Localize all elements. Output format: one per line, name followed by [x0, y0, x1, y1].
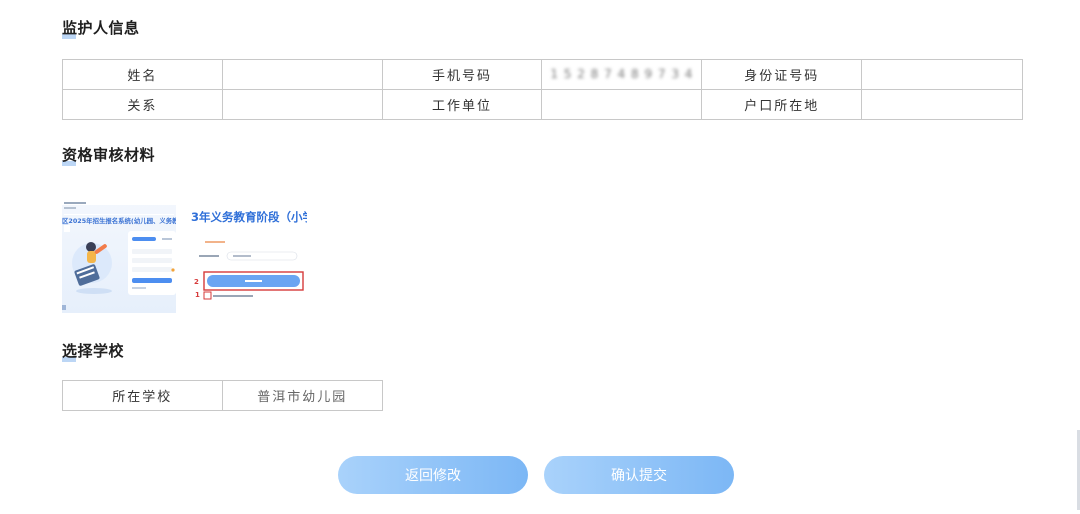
school-label: 所在学校 — [62, 380, 223, 411]
table-row: 关系 工作单位 户口所在地 — [62, 89, 1023, 120]
household-location-value — [861, 89, 1023, 120]
id-number-label: 身份证号码 — [701, 59, 863, 90]
school-value: 普洱市幼儿园 — [221, 380, 383, 411]
guardian-info-table: 姓名 手机号码 1 5 2 8 7 4 8 9 7 3 4 身份证号码 关系 工… — [62, 59, 1023, 120]
material-thumbnail-1[interactable]: 区2025年招生报名系统(幼儿园、义务教育) — [62, 201, 176, 313]
name-value — [221, 59, 383, 90]
relation-value — [221, 89, 383, 120]
work-unit-label: 工作单位 — [381, 89, 543, 120]
school-section-title: 选择学校 — [62, 342, 125, 362]
work-unit-value — [541, 89, 703, 120]
name-label: 姓名 — [62, 59, 223, 90]
back-to-edit-button[interactable]: 返回修改 — [338, 456, 528, 494]
table-row: 姓名 手机号码 1 5 2 8 7 4 8 9 7 3 4 身份证号码 — [62, 59, 1023, 90]
guardian-section-title: 监护人信息 — [62, 19, 140, 39]
qualification-section-title: 资格审核材料 — [62, 146, 156, 166]
phone-value-masked: 1 5 2 8 7 4 8 9 7 3 4 — [550, 67, 694, 81]
school-table: 所在学校 普洱市幼儿园 — [62, 380, 383, 411]
household-location-label: 户口所在地 — [701, 89, 863, 120]
step-marker-1: 1 — [195, 291, 200, 299]
table-row: 所在学校 普洱市幼儿园 — [62, 380, 383, 411]
thumbnail-2-image — [199, 241, 304, 300]
confirm-submit-button[interactable]: 确认提交 — [544, 456, 734, 494]
thumbnail-1-banner: 区2025年招生报名系统(幼儿园、义务教育) — [62, 217, 176, 225]
relation-label: 关系 — [62, 89, 223, 120]
id-number-value — [861, 59, 1023, 90]
step-marker-2: 2 — [194, 278, 199, 286]
material-thumbnail-2[interactable]: 3年义务教育阶段（小学 2 1 — [191, 201, 307, 313]
phone-label: 手机号码 — [381, 59, 543, 90]
phone-value: 1 5 2 8 7 4 8 9 7 3 4 — [541, 59, 703, 90]
